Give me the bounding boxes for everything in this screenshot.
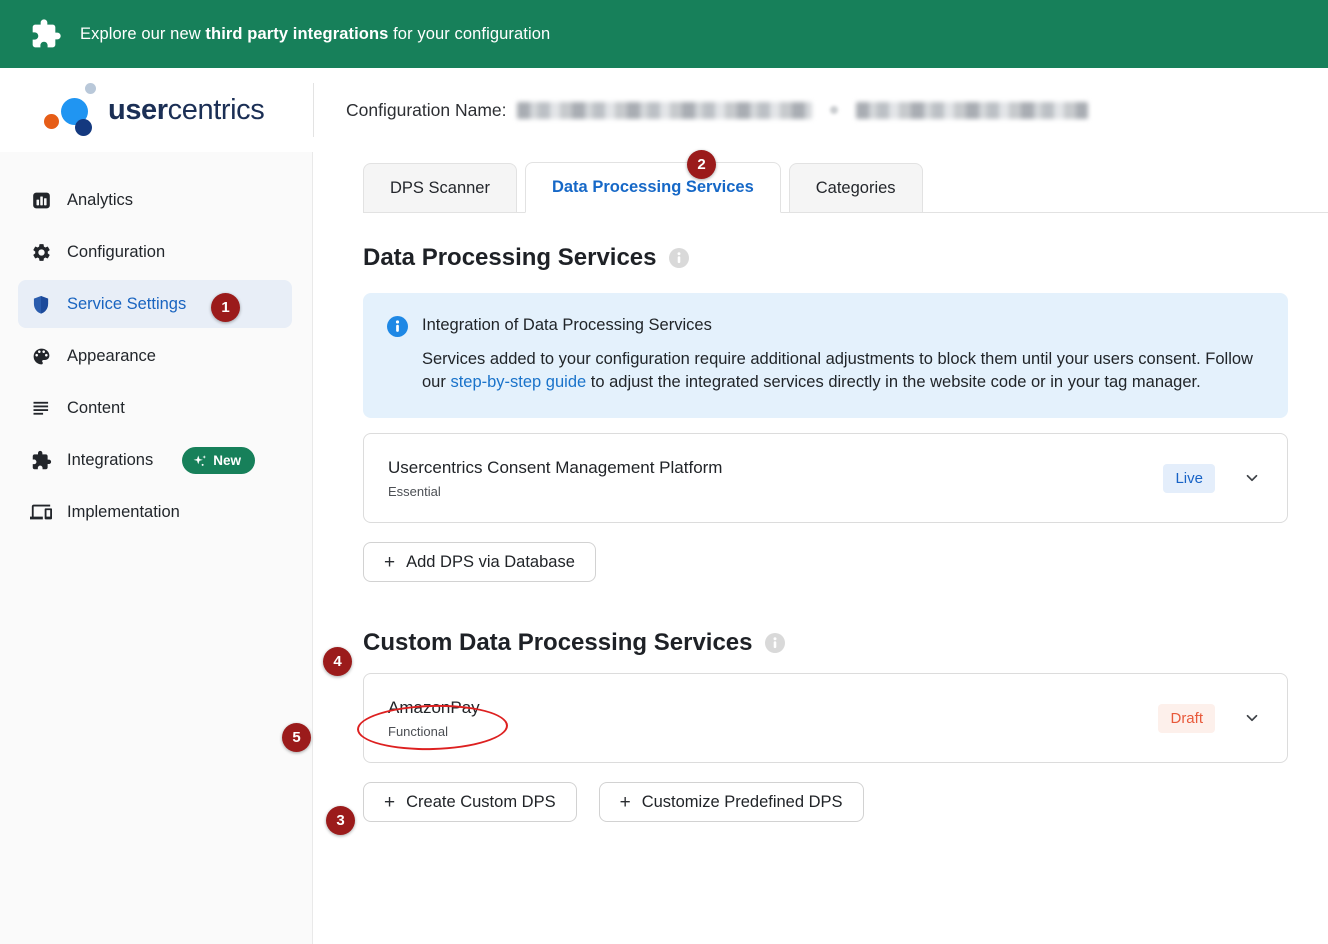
tab-bar: DPS Scanner Data Processing Services Cat… — [363, 162, 1328, 213]
sidebar-item-label: Integrations — [67, 451, 153, 470]
configuration-name-group: Configuration Name: — [346, 100, 1088, 121]
custom-dps-actions: + Create Custom DPS + Customize Predefin… — [363, 782, 1288, 822]
info-box-body: Services added to your configuration req… — [422, 348, 1264, 394]
sidebar-item-label: Configuration — [67, 243, 165, 262]
info-icon[interactable] — [669, 248, 689, 268]
tab-categories[interactable]: Categories — [789, 163, 923, 212]
sidebar-item-label: Content — [67, 399, 125, 418]
chevron-down-icon[interactable] — [1243, 469, 1261, 487]
sidebar-item-configuration[interactable]: Configuration — [18, 228, 292, 276]
create-custom-dps-label: Create Custom DPS — [406, 793, 555, 812]
puzzle-piece-icon — [30, 449, 52, 471]
gear-icon — [30, 241, 52, 263]
annotation-badge-5: 5 — [282, 723, 311, 752]
tab-dps-scanner[interactable]: DPS Scanner — [363, 163, 517, 212]
puzzle-icon — [30, 18, 62, 50]
sidebar-item-integrations[interactable]: Integrations New — [18, 436, 292, 484]
annotation-badge-1: 1 — [211, 293, 240, 322]
shield-icon — [30, 293, 52, 315]
customize-predefined-dps-label: Customize Predefined DPS — [642, 793, 843, 812]
create-custom-dps-button[interactable]: + Create Custom DPS — [363, 782, 577, 822]
main-content: DPS Scanner Data Processing Services Cat… — [313, 152, 1328, 944]
app-header: usercentrics Configuration Name: — [0, 68, 1328, 152]
new-badge-label: New — [213, 453, 241, 468]
page-title: Data Processing Services — [363, 244, 1288, 272]
info-icon[interactable] — [765, 633, 785, 653]
sidebar-item-appearance[interactable]: Appearance — [18, 332, 292, 380]
plus-icon: + — [620, 793, 631, 812]
redacted-config-name — [517, 102, 812, 119]
banner-message: Explore our new third party integrations… — [80, 25, 550, 44]
sidebar-item-label: Analytics — [67, 191, 133, 210]
add-dps-button-label: Add DPS via Database — [406, 553, 575, 572]
sidebar-item-service-settings[interactable]: Service Settings — [18, 280, 292, 328]
sidebar-item-label: Appearance — [67, 347, 156, 366]
custom-dps-section-title: Custom Data Processing Services — [363, 629, 1288, 657]
info-box-title: Integration of Data Processing Services — [422, 316, 1264, 335]
tab-data-processing-services[interactable]: Data Processing Services — [525, 162, 781, 213]
status-badge-live: Live — [1163, 464, 1215, 493]
redacted-data-controller — [856, 102, 1088, 119]
palette-icon — [30, 345, 52, 367]
status-badge-draft: Draft — [1158, 704, 1215, 733]
devices-icon — [30, 501, 52, 523]
annotation-badge-3: 3 — [326, 806, 355, 835]
sidebar-nav: Analytics Configuration Service Settings… — [0, 152, 313, 944]
announcement-banner: Explore our new third party integrations… — [0, 0, 1328, 68]
redacted-separator — [830, 106, 838, 114]
configuration-name-label: Configuration Name: — [346, 100, 507, 121]
plus-icon: + — [384, 553, 395, 572]
service-title: Usercentrics Consent Management Platform — [388, 458, 722, 478]
content-lines-icon — [30, 397, 52, 419]
plus-icon: + — [384, 793, 395, 812]
analytics-icon — [30, 189, 52, 211]
banner-highlight: third party integrations — [205, 25, 388, 43]
new-badge: New — [182, 447, 255, 474]
header-divider — [313, 83, 314, 137]
logo-wordmark: usercentrics — [108, 94, 264, 127]
sidebar-item-label: Implementation — [67, 503, 180, 522]
chevron-down-icon[interactable] — [1243, 709, 1261, 727]
sparkle-icon — [192, 453, 207, 468]
info-icon-blue — [387, 316, 408, 337]
sidebar-item-implementation[interactable]: Implementation — [18, 488, 292, 536]
annotation-badge-4: 4 — [323, 647, 352, 676]
cmp-service-card[interactable]: Usercentrics Consent Management Platform… — [363, 433, 1288, 523]
sidebar-item-content[interactable]: Content — [18, 384, 292, 432]
service-category: Essential — [388, 484, 722, 499]
step-by-step-guide-link[interactable]: step-by-step guide — [450, 373, 586, 391]
customize-predefined-dps-button[interactable]: + Customize Predefined DPS — [599, 782, 864, 822]
logo-area: usercentrics — [0, 81, 313, 139]
logo-dots-icon — [42, 81, 102, 139]
integration-info-box: Integration of Data Processing Services … — [363, 293, 1288, 418]
sidebar-item-label: Service Settings — [67, 295, 186, 314]
sidebar-item-analytics[interactable]: Analytics — [18, 176, 292, 224]
annotation-badge-2: 2 — [687, 150, 716, 179]
usercentrics-logo[interactable]: usercentrics — [42, 81, 264, 139]
add-dps-via-database-button[interactable]: + Add DPS via Database — [363, 542, 596, 582]
